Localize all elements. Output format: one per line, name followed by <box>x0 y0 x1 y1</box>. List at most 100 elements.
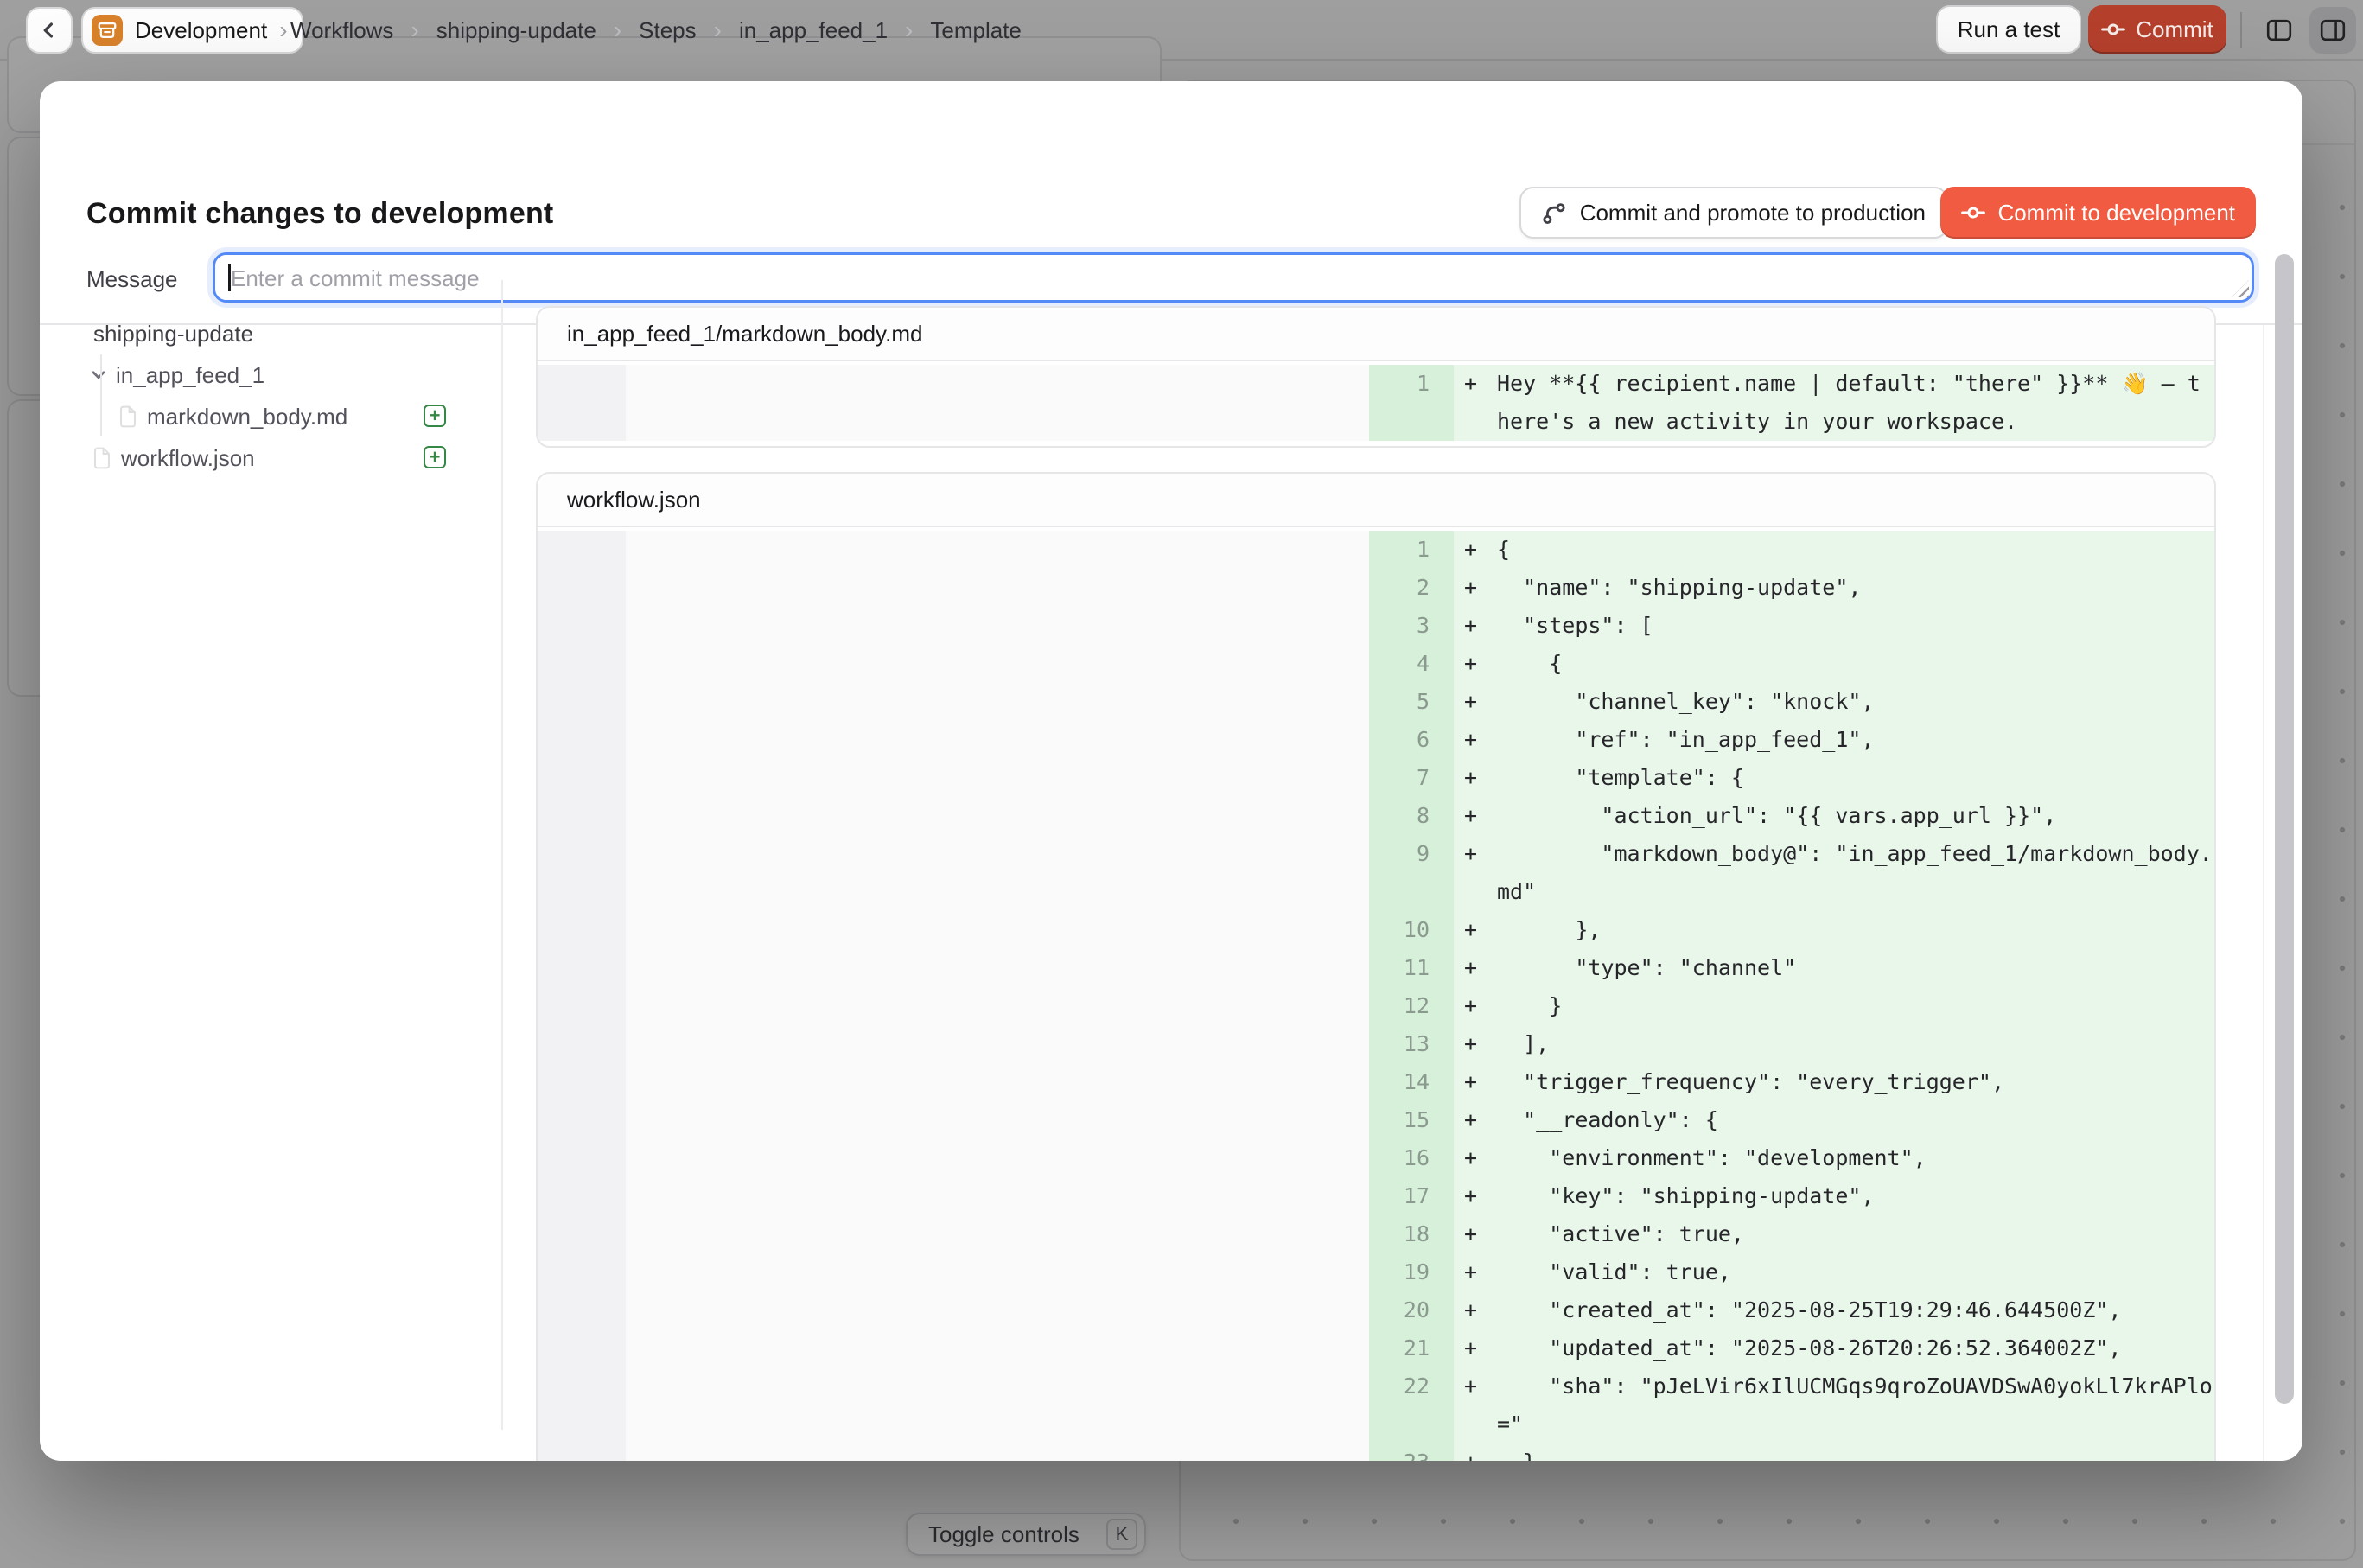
diff-line-number: 12 <box>1369 987 1454 1025</box>
diff-line-number: 4 <box>1369 645 1454 683</box>
diff-line-number: 8 <box>1369 797 1454 835</box>
back-button[interactable] <box>26 7 73 54</box>
diff-add-marker: + <box>1464 1329 1487 1367</box>
diff-added-line: + "valid": true, <box>1454 1253 2214 1291</box>
diff-row: 7+ "template": { <box>538 759 2214 797</box>
diff-added-line: + "template": { <box>1454 759 2214 797</box>
changed-files-tree: shipping-update in_app_feed_1 markdow <box>40 313 501 479</box>
diff-code-text: }, <box>1497 911 2213 949</box>
diff-code-text: { <box>1497 645 2213 683</box>
commit-to-development-label: Commit to development <box>1997 200 2235 226</box>
file-icon <box>93 447 111 469</box>
diff-row: 22+ "sha": "pJeLVir6xIlUCMGqs9qroZoUAVDS… <box>538 1367 2214 1444</box>
sidebar-divider <box>501 280 503 1430</box>
diff-old-gutter <box>538 569 626 607</box>
breadcrumb: Workflows›shipping-update›Steps›in_app_f… <box>290 0 1022 61</box>
commit-and-promote-button[interactable]: Commit and promote to production <box>1519 187 1948 239</box>
diff-old-side <box>626 1367 1369 1444</box>
breadcrumb-item[interactable]: shipping-update <box>436 17 596 44</box>
diff-old-gutter <box>538 759 626 797</box>
commit-button[interactable]: Commit <box>2088 5 2226 54</box>
diff-row: 15+ "__readonly": { <box>538 1101 2214 1139</box>
diff-line-number: 19 <box>1369 1253 1454 1291</box>
commit-dialog: Commit changes to development Commit and… <box>40 81 2302 1461</box>
diff-added-line: + "steps": [ <box>1454 607 2214 645</box>
diff-line-number: 17 <box>1369 1177 1454 1215</box>
breadcrumb-item[interactable]: in_app_feed_1 <box>739 17 888 44</box>
diff-line-number: 18 <box>1369 1215 1454 1253</box>
added-status-badge: + <box>424 446 446 468</box>
diff-added-line: + "key": "shipping-update", <box>1454 1177 2214 1215</box>
diff-add-marker: + <box>1464 1253 1487 1291</box>
diff-code-text: "name": "shipping-update", <box>1497 569 2213 607</box>
scrollbar-thumb[interactable] <box>2275 254 2294 1404</box>
diff-file-header: workflow.json <box>538 474 2214 527</box>
diff-line-number: 16 <box>1369 1139 1454 1177</box>
diff-code-text: "active": true, <box>1497 1215 2213 1253</box>
diff-line-number: 22 <box>1369 1367 1454 1444</box>
diff-add-marker: + <box>1464 1139 1487 1177</box>
diff-line-number: 15 <box>1369 1101 1454 1139</box>
diff-old-gutter <box>538 797 626 835</box>
diff-old-gutter <box>538 365 626 441</box>
diff-line-number: 9 <box>1369 835 1454 911</box>
diff-line-number: 1 <box>1369 531 1454 569</box>
diff-added-line: + "channel_key": "knock", <box>1454 683 2214 721</box>
breadcrumb-separator-icon: › <box>714 18 722 42</box>
diff-line-number: 2 <box>1369 569 1454 607</box>
diff-line-number: 5 <box>1369 683 1454 721</box>
added-status-badge: + <box>424 405 446 427</box>
diff-old-side <box>626 1291 1369 1329</box>
breadcrumb-item[interactable]: Steps <box>639 17 697 44</box>
diff-code-text: "channel_key": "knock", <box>1497 683 2213 721</box>
chevron-right-icon: › <box>279 18 287 42</box>
tree-guide-line <box>100 354 102 436</box>
tree-item-markdown-file[interactable]: markdown_body.md + <box>40 396 501 437</box>
commit-to-development-button[interactable]: Commit to development <box>1940 187 2256 239</box>
run-a-test-button[interactable]: Run a test <box>1936 5 2081 54</box>
diff-old-gutter <box>538 1444 626 1461</box>
diff-panel: workflow.json1+{2+ "name": "shipping-upd… <box>536 472 2216 1461</box>
diff-line-number: 1 <box>1369 365 1454 441</box>
diff-add-marker: + <box>1464 949 1487 987</box>
breadcrumb-item[interactable]: Workflows <box>290 17 393 44</box>
diff-row: 23+ } <box>538 1444 2214 1461</box>
diff-old-side <box>626 1101 1369 1139</box>
diff-row: 2+ "name": "shipping-update", <box>538 569 2214 607</box>
diff-old-gutter <box>538 1177 626 1215</box>
diff-added-line: + "ref": "in_app_feed_1", <box>1454 721 2214 759</box>
breadcrumb-item[interactable]: Template <box>930 17 1022 44</box>
promote-branch-icon <box>1542 201 1566 225</box>
diff-old-gutter <box>538 1329 626 1367</box>
environment-selector[interactable]: Development › <box>81 7 303 54</box>
chevron-left-icon <box>40 21 59 40</box>
diff-code-text: "created_at": "2025-08-25T19:29:46.64450… <box>1497 1291 2213 1329</box>
diff-row: 21+ "updated_at": "2025-08-26T20:26:52.3… <box>538 1329 2214 1367</box>
diff-add-marker: + <box>1464 607 1487 645</box>
diff-row: 12+ } <box>538 987 2214 1025</box>
text-caret <box>228 264 231 291</box>
diff-add-marker: + <box>1464 683 1487 721</box>
commit-and-promote-label: Commit and promote to production <box>1580 200 1926 226</box>
diff-line-number: 6 <box>1369 721 1454 759</box>
run-a-test-label: Run a test <box>1958 16 2060 43</box>
diff-old-gutter <box>538 1291 626 1329</box>
commit-message-input[interactable] <box>213 252 2254 303</box>
tree-item-workflow-json[interactable]: workflow.json + <box>40 437 501 479</box>
diff-panel: in_app_feed_1/markdown_body.md1+Hey **{{… <box>536 306 2216 448</box>
markdown-file-label: markdown_body.md <box>147 404 347 430</box>
diff-old-gutter <box>538 949 626 987</box>
diff-line-number: 20 <box>1369 1291 1454 1329</box>
diff-old-gutter <box>538 1101 626 1139</box>
diff-row: 8+ "action_url": "{{ vars.app_url }}", <box>538 797 2214 835</box>
diff-code-text: "valid": true, <box>1497 1253 2213 1291</box>
diff-body: 1+Hey **{{ recipient.name | default: "th… <box>538 361 2214 446</box>
diff-line-number: 7 <box>1369 759 1454 797</box>
diff-old-gutter <box>538 1215 626 1253</box>
diff-row: 11+ "type": "channel" <box>538 949 2214 987</box>
diff-code-text: "template": { <box>1497 759 2213 797</box>
tree-item-step-folder[interactable]: in_app_feed_1 <box>40 354 501 396</box>
diff-add-marker: + <box>1464 759 1487 797</box>
diff-row: 17+ "key": "shipping-update", <box>538 1177 2214 1215</box>
diff-code-text: "key": "shipping-update", <box>1497 1177 2213 1215</box>
